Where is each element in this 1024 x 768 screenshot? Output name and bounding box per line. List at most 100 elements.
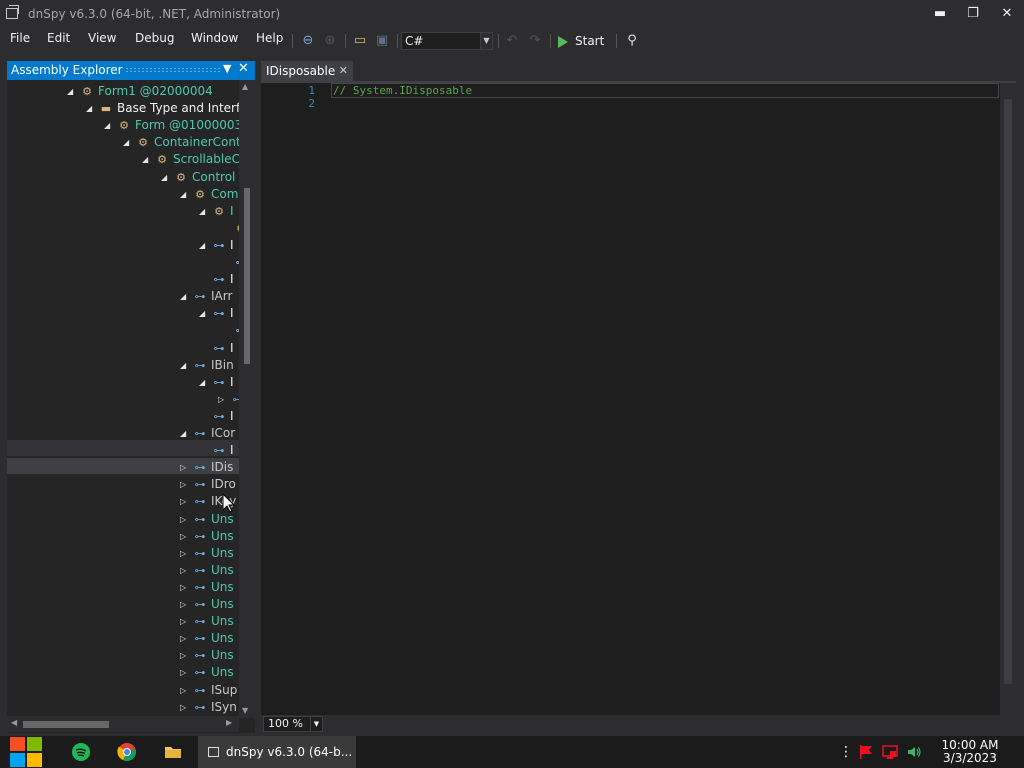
tree-node[interactable]: ◢ ⊶ IBin (180, 357, 234, 374)
tree-node[interactable]: ◢ ⊶ I (199, 305, 234, 322)
tree-node[interactable]: ◢ ⚙ Form @01000003 (104, 117, 239, 134)
tree-node[interactable]: ⊶ I (199, 408, 234, 425)
restore-button[interactable]: ❐ (961, 4, 985, 24)
expanded-arrow-icon[interactable]: ◢ (161, 169, 173, 186)
collapsed-arrow-icon[interactable]: ▷ (180, 630, 192, 647)
chrome-icon[interactable] (117, 742, 137, 762)
collapsed-arrow-icon[interactable]: ▷ (180, 647, 192, 664)
tree-node[interactable]: ◢ ⊶ IArr (180, 288, 232, 305)
tree-node[interactable]: ⊶ (221, 254, 240, 271)
zoom-select[interactable]: 100 % ▼ (263, 716, 323, 732)
tree-node[interactable]: ◢ ⊶ I (199, 237, 234, 254)
collapsed-arrow-icon[interactable]: ▷ (180, 613, 192, 630)
expanded-arrow-icon[interactable]: ◢ (199, 203, 211, 220)
scrollbar-thumb[interactable] (244, 188, 250, 364)
explorer-vertical-scrollbar[interactable]: ▲ ▼ (239, 80, 255, 718)
menu-view[interactable]: View (88, 31, 116, 45)
menu-edit[interactable]: Edit (47, 31, 70, 45)
tree-node[interactable]: ⊶ I (199, 442, 234, 459)
tree-node[interactable]: ◢ ⚙ ContainerContr (123, 134, 239, 151)
collapsed-arrow-icon[interactable]: ▷ (180, 545, 192, 562)
tree-node[interactable]: ⚙ (221, 220, 239, 237)
expanded-arrow-icon[interactable]: ◢ (123, 134, 135, 151)
expanded-arrow-icon[interactable]: ◢ (180, 186, 192, 203)
expanded-arrow-icon[interactable]: ◢ (199, 237, 211, 254)
tree-node[interactable]: ▷ ⊶ ISyn (180, 699, 237, 716)
collapsed-arrow-icon[interactable]: ▷ (180, 511, 192, 528)
scrollbar-thumb[interactable] (23, 721, 109, 728)
tree-node[interactable]: ▷ ⊶ Uns (180, 579, 234, 596)
scrollbar-thumb[interactable] (1004, 99, 1012, 684)
collapsed-arrow-icon[interactable]: ▷ (180, 596, 192, 613)
code-editor[interactable]: 1 2 // System.IDisposable (261, 83, 1016, 715)
search-icon[interactable]: ⚲ (624, 33, 640, 49)
collapsed-arrow-icon[interactable]: ▷ (180, 562, 192, 579)
start-debug-button[interactable]: Start (558, 32, 604, 50)
file-explorer-icon[interactable] (163, 742, 183, 762)
tree-node[interactable]: ◢ ⊶ I (199, 374, 234, 391)
collapsed-arrow-icon[interactable]: ▷ (180, 476, 192, 493)
explorer-horizontal-scrollbar[interactable]: ◀ ▶ (7, 716, 239, 732)
scroll-right-icon[interactable]: ▶ (226, 718, 232, 727)
taskbar-item-dnspy[interactable]: dnSpy v6.3.0 (64-b... (198, 736, 356, 768)
expanded-arrow-icon[interactable]: ◢ (180, 425, 192, 442)
network-alert-icon[interactable] (882, 744, 898, 764)
save-all-icon[interactable]: ▣ (374, 33, 390, 49)
code-comment-line[interactable]: // System.IDisposable (333, 84, 472, 97)
flag-icon[interactable] (858, 744, 874, 764)
collapsed-arrow-icon[interactable]: ▷ (180, 682, 192, 699)
collapsed-arrow-icon[interactable]: ▷ (180, 528, 192, 545)
tree-node[interactable]: ▷ ⊶ Uns (180, 647, 234, 664)
tab-close-icon[interactable]: ✕ (339, 64, 348, 77)
tree-node[interactable]: ▷ ⊶ Uns (180, 613, 234, 630)
tree-node[interactable]: ▷ ⊶ IDis (180, 459, 233, 476)
collapsed-arrow-icon[interactable]: ▷ (180, 699, 192, 716)
expanded-arrow-icon[interactable]: ◢ (180, 288, 192, 305)
language-select[interactable]: C# ▼ (401, 32, 493, 50)
close-button[interactable]: ✕ (995, 4, 1019, 24)
tree-node[interactable]: ⊶ I (199, 340, 234, 357)
system-clock[interactable]: 10:00 AM 3/3/2023 (930, 739, 1010, 765)
assembly-tree[interactable]: ◢ ⚙ Form1 @02000004 ◢ ▬ Base Type and Interf ◢… (7, 80, 239, 718)
tree-node[interactable]: ⊶ I (199, 271, 234, 288)
scroll-down-icon[interactable]: ▼ (242, 706, 248, 715)
tree-node[interactable]: ▷ ⊶ Uns (180, 596, 234, 613)
tree-node[interactable]: ▷ ⊶ Uns (180, 562, 234, 579)
expanded-arrow-icon[interactable]: ◢ (199, 305, 211, 322)
tree-node[interactable]: ◢ ▬ Base Type and Interf (86, 100, 239, 117)
menu-help[interactable]: Help (256, 31, 283, 45)
tree-node[interactable]: ◢ ⚙ ScrollableC (142, 151, 239, 168)
tree-node[interactable]: ⊶ (221, 322, 240, 339)
windows-start-icon[interactable] (10, 736, 44, 768)
tree-node[interactable]: ▷ ⊶ Uns (180, 630, 234, 647)
tree-node[interactable]: ▷ ⊶ Uns (180, 528, 234, 545)
menu-file[interactable]: File (10, 31, 30, 45)
tree-node[interactable]: ▷ ⊶ Uns (180, 545, 234, 562)
tab-idisposable[interactable]: IDisposable ✕ (261, 61, 353, 81)
menu-debug[interactable]: Debug (135, 31, 174, 45)
minimize-button[interactable]: ▬ (928, 4, 952, 24)
expanded-arrow-icon[interactable]: ◢ (142, 151, 154, 168)
more-options-icon[interactable]: ⋮ (839, 744, 853, 760)
tree-node[interactable]: ▷ ⊶ IDro (180, 476, 236, 493)
panel-close-icon[interactable]: ✕ (238, 61, 249, 76)
undo-icon[interactable]: ↶ (504, 33, 520, 49)
collapsed-arrow-icon[interactable]: ▷ (180, 664, 192, 681)
expanded-arrow-icon[interactable]: ◢ (86, 100, 98, 117)
tree-node[interactable]: ▷ ⊶ Uns (180, 511, 234, 528)
scroll-left-icon[interactable]: ◀ (11, 718, 17, 727)
tree-node[interactable]: ◢ ⚙ Control (161, 169, 235, 186)
back-icon[interactable]: ⊖ (300, 33, 316, 49)
expanded-arrow-icon[interactable]: ◢ (199, 374, 211, 391)
collapsed-arrow-icon[interactable]: ▷ (218, 391, 230, 408)
panel-menu-icon[interactable]: ▼ (223, 62, 231, 75)
spotify-icon[interactable] (71, 742, 91, 762)
collapsed-arrow-icon[interactable]: ▷ (180, 459, 192, 476)
tree-node[interactable]: ▷ ⊶ Uns (180, 664, 234, 681)
collapsed-arrow-icon[interactable]: ▷ (180, 579, 192, 596)
open-folder-icon[interactable]: ▭ (352, 33, 368, 49)
editor-vertical-scrollbar[interactable] (1000, 83, 1016, 715)
tree-node[interactable]: ◢ ⚙ Form1 @02000004 (67, 83, 213, 100)
tree-node[interactable]: ◢ ⊶ ICor (180, 425, 235, 442)
expanded-arrow-icon[interactable]: ◢ (180, 357, 192, 374)
